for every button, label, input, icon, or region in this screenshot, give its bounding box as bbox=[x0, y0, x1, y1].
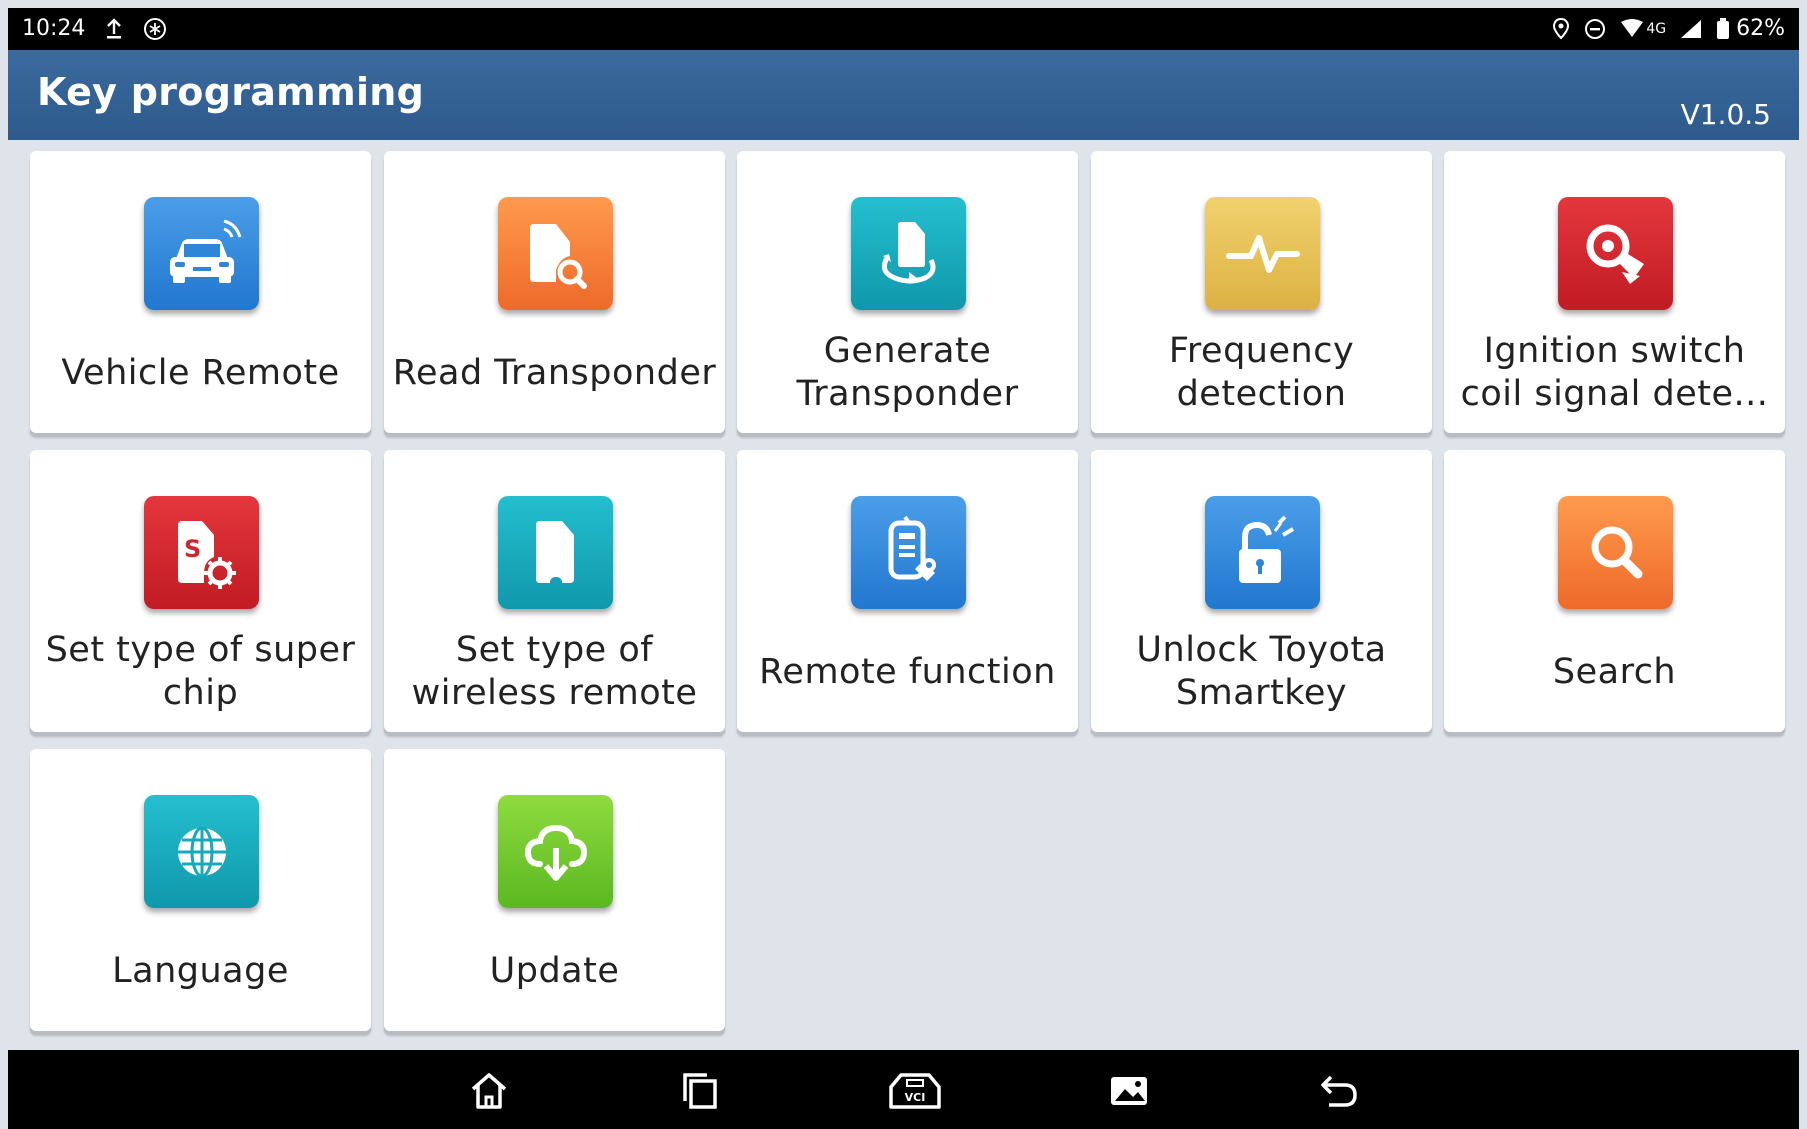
svg-text:S: S bbox=[184, 535, 201, 563]
unlock-icon bbox=[1205, 496, 1320, 609]
transponder-generate-icon bbox=[851, 197, 966, 310]
tile-remote-function[interactable]: Remote function bbox=[737, 450, 1078, 732]
transponder-search-icon bbox=[498, 197, 613, 310]
status-time: 10:24 bbox=[22, 16, 86, 41]
tile-label: Remote function bbox=[759, 651, 1056, 692]
pulse-icon bbox=[1205, 197, 1320, 310]
navigation-bar: VCI bbox=[8, 1050, 1799, 1129]
tile-label: Set type of super chip bbox=[45, 630, 356, 713]
back-icon[interactable] bbox=[1314, 1066, 1364, 1116]
tile-label: Ignition switch coil signal dete... bbox=[1460, 331, 1769, 414]
ignition-coil-icon bbox=[1558, 197, 1673, 310]
search-icon bbox=[1558, 496, 1673, 609]
super-chip-icon: S bbox=[144, 496, 259, 609]
car-remote-icon bbox=[144, 197, 259, 310]
tile-read-transponder[interactable]: Read Transponder bbox=[384, 151, 725, 433]
tile-label: Read Transponder bbox=[392, 352, 717, 393]
app-header: Key programming V1.0.5 bbox=[8, 50, 1799, 140]
svg-text:VCI: VCI bbox=[905, 1091, 926, 1104]
network-type: 4G bbox=[1646, 20, 1667, 37]
upload-icon bbox=[105, 17, 123, 40]
tile-unlock-toyota[interactable]: Unlock Toyota Smartkey bbox=[1091, 450, 1432, 732]
status-bar: 10:24 4G 62% bbox=[8, 8, 1799, 50]
tile-label: Set type of wireless remote bbox=[411, 630, 698, 713]
tile-label: Vehicle Remote bbox=[61, 352, 340, 393]
battery-level: 62% bbox=[1736, 16, 1785, 41]
tile-label: Generate Transponder bbox=[796, 331, 1019, 414]
tile-wireless-remote[interactable]: Set type of wireless remote bbox=[384, 450, 725, 732]
settings-status-icon bbox=[143, 17, 167, 41]
tile-label: Frequency detection bbox=[1168, 331, 1355, 414]
cloud-download-icon bbox=[498, 795, 613, 908]
home-icon[interactable] bbox=[464, 1066, 514, 1116]
vci-icon[interactable]: VCI bbox=[885, 1066, 945, 1116]
tile-search[interactable]: Search bbox=[1444, 450, 1785, 732]
recent-apps-icon[interactable] bbox=[674, 1066, 724, 1116]
do-not-disturb-icon bbox=[1584, 18, 1606, 40]
wifi-icon bbox=[1620, 18, 1644, 39]
tile-label: Search bbox=[1552, 651, 1677, 692]
tile-label: Unlock Toyota Smartkey bbox=[1136, 630, 1387, 713]
tile-vehicle-remote[interactable]: Vehicle Remote bbox=[30, 151, 371, 433]
version-label: V1.0.5 bbox=[1680, 98, 1771, 131]
location-icon bbox=[1552, 17, 1570, 40]
battery-icon bbox=[1716, 17, 1730, 40]
signal-icon bbox=[1680, 19, 1702, 39]
tile-update[interactable]: Update bbox=[384, 749, 725, 1031]
wireless-remote-icon bbox=[498, 496, 613, 609]
remote-function-icon bbox=[851, 496, 966, 609]
tile-language[interactable]: Language bbox=[30, 749, 371, 1031]
gallery-icon[interactable] bbox=[1104, 1066, 1154, 1116]
page-title: Key programming bbox=[37, 70, 425, 114]
tile-ignition-switch[interactable]: Ignition switch coil signal dete... bbox=[1444, 151, 1785, 433]
tile-label: Language bbox=[112, 950, 289, 991]
tile-frequency-detection[interactable]: Frequency detection bbox=[1091, 151, 1432, 433]
globe-icon bbox=[144, 795, 259, 908]
tile-label: Update bbox=[489, 950, 620, 991]
tile-generate-transponder[interactable]: Generate Transponder bbox=[737, 151, 1078, 433]
tile-super-chip[interactable]: S Set type of super chip bbox=[30, 450, 371, 732]
